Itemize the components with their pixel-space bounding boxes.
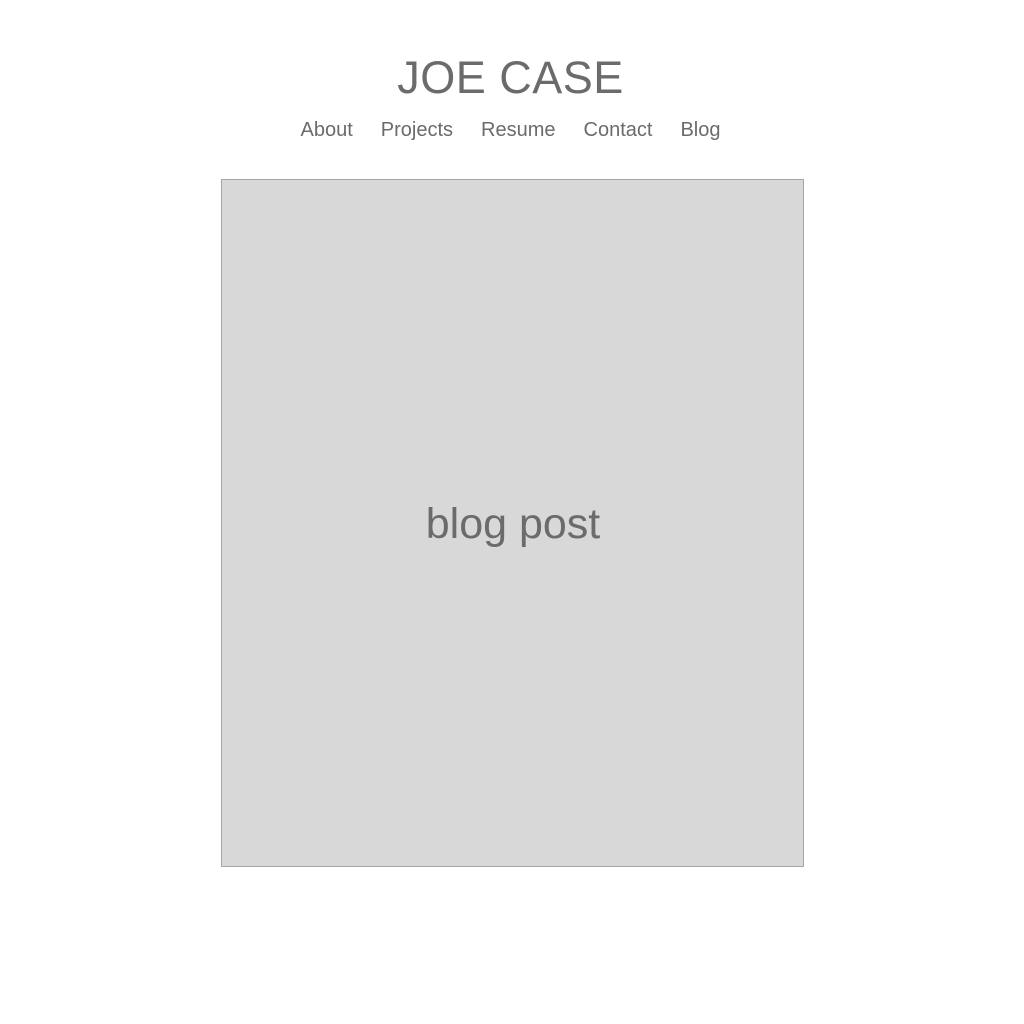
nav-item-contact[interactable]: Contact (584, 117, 653, 143)
nav-item-about[interactable]: About (301, 117, 353, 143)
page: JOE CASE About Projects Resume Contact B… (0, 0, 1024, 1024)
blog-post-placeholder: blog post (221, 179, 804, 867)
nav-item-blog[interactable]: Blog (680, 117, 720, 143)
nav-item-projects[interactable]: Projects (381, 117, 453, 143)
nav-item-resume[interactable]: Resume (481, 117, 555, 143)
blog-post-label: blog post (425, 499, 601, 548)
site-title: JOE CASE (397, 52, 624, 103)
main-nav: About Projects Resume Contact Blog (0, 117, 1021, 143)
